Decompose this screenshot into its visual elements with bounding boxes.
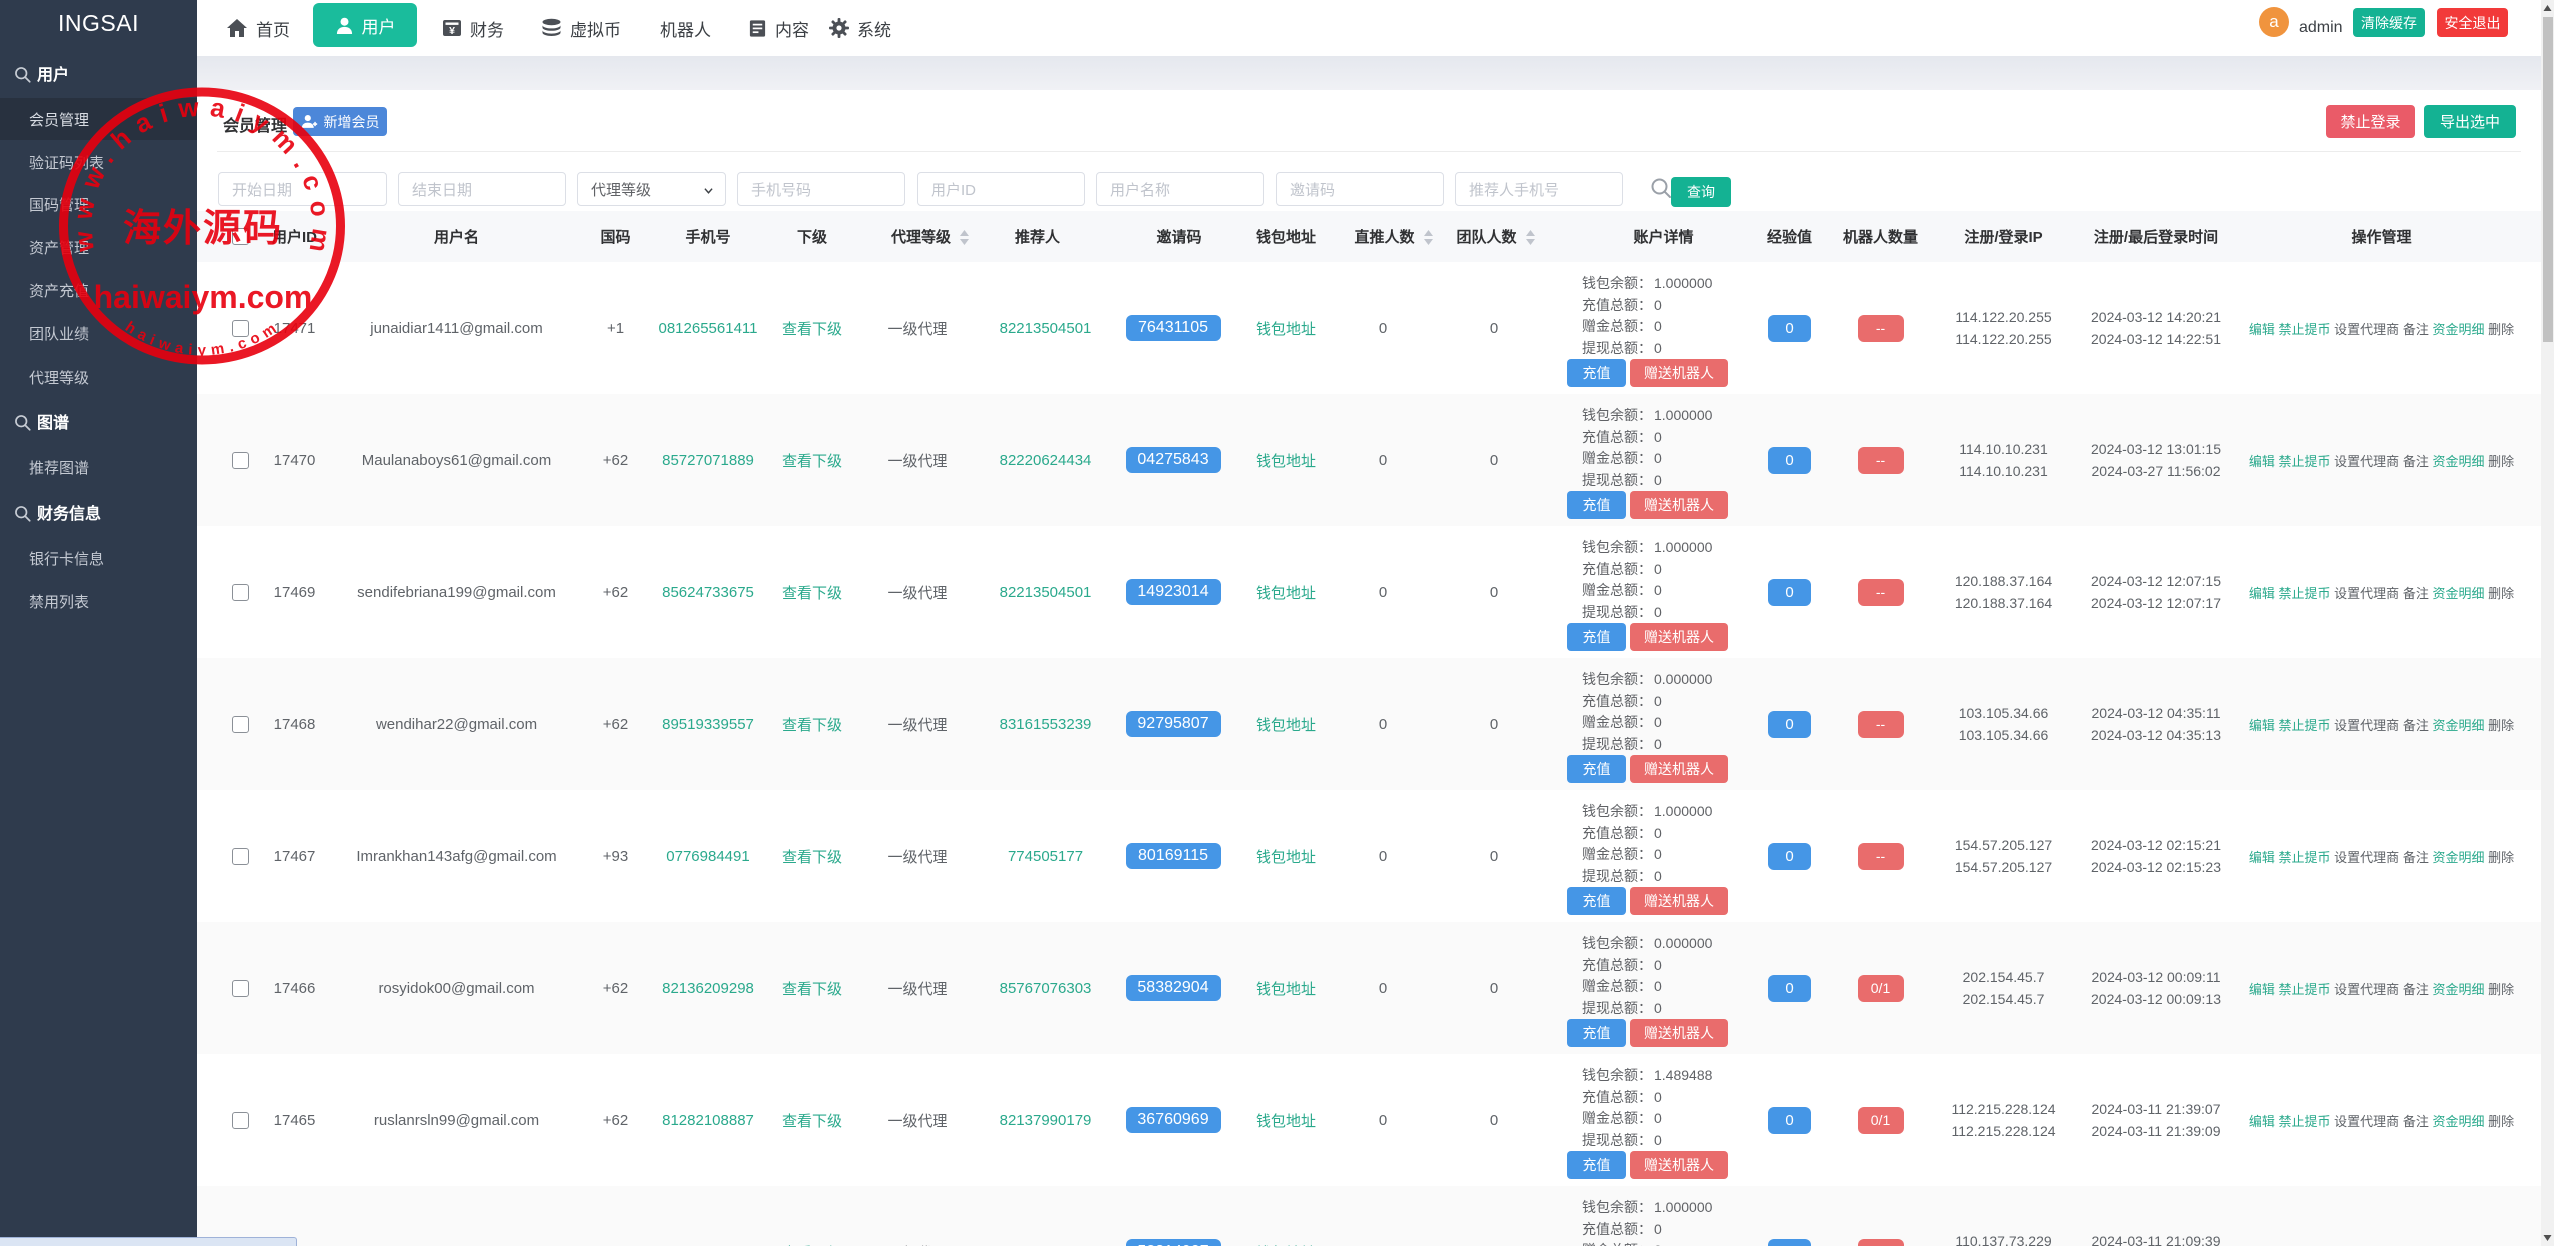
svg-text:¥: ¥ (449, 25, 455, 37)
